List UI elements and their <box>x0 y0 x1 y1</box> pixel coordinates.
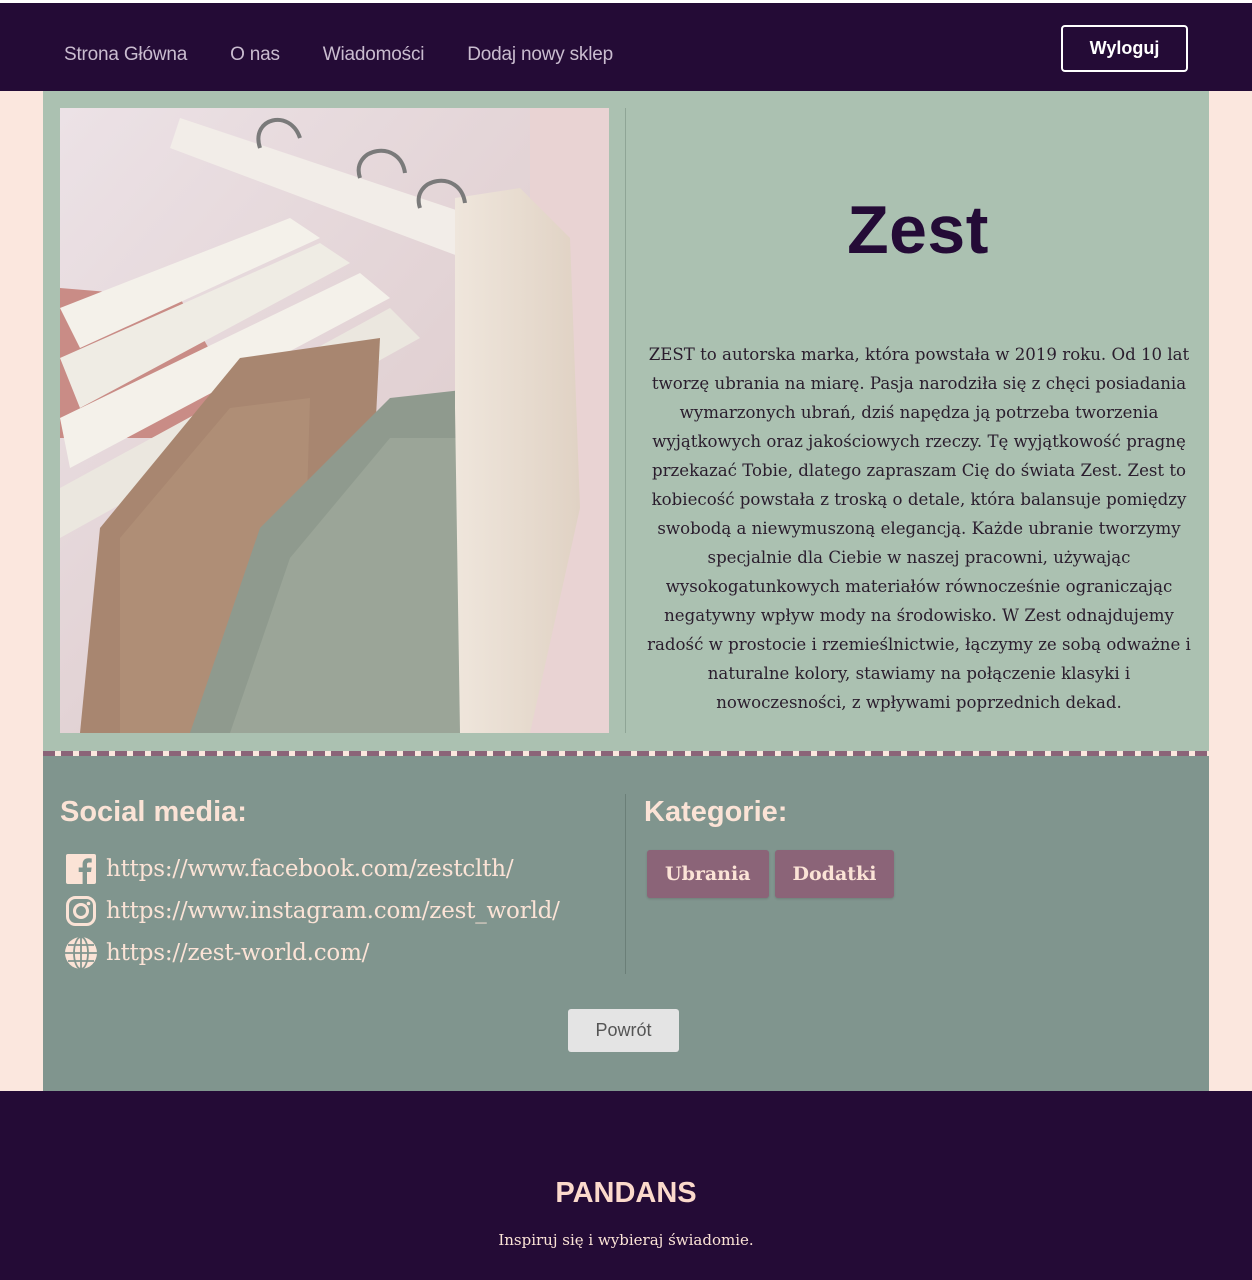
category-tag-ubrania[interactable]: Ubrania <box>647 850 769 898</box>
footer-brand: PANDANS <box>555 1177 697 1209</box>
footer: PANDANS Inspiruj się i wybieraj świadomi… <box>0 1091 1252 1280</box>
category-tag-dodatki[interactable]: Dodatki <box>774 850 895 898</box>
shop-links-panel: Social media: https://www.facebook.com/z… <box>43 756 1209 1091</box>
shop-details-panel: Zest ZEST to autorska marka, która powst… <box>43 91 1209 751</box>
facebook-link[interactable]: https://www.facebook.com/zestclth/ <box>106 856 514 882</box>
nav-link-add-shop[interactable]: Dodaj nowy sklep <box>467 43 613 67</box>
instagram-icon <box>63 893 99 929</box>
instagram-link[interactable]: https://www.instagram.com/zest_world/ <box>106 898 560 924</box>
category-list: Ubrania Dodatki <box>647 850 895 898</box>
facebook-icon <box>63 851 99 887</box>
social-media-list: https://www.facebook.com/zestclth/ https… <box>63 848 560 974</box>
main-nav: Strona Główna O nas Wiadomości Dodaj now… <box>64 43 656 67</box>
nav-link-about[interactable]: O nas <box>230 43 280 67</box>
shop-title: Zest <box>847 192 989 268</box>
social-media-heading: Social media: <box>60 796 247 828</box>
top-navbar: Strona Główna O nas Wiadomości Dodaj now… <box>0 0 1252 91</box>
nav-link-messages[interactable]: Wiadomości <box>323 43 425 67</box>
clothes-rack-photo-icon <box>60 108 609 733</box>
logout-button[interactable]: Wyloguj <box>1061 25 1188 72</box>
shop-description: ZEST to autorska marka, która powstała w… <box>647 345 1191 712</box>
social-link-website: https://zest-world.com/ <box>63 932 560 974</box>
footer-tagline: Inspiruj się i wybieraj świadomie. <box>498 1231 754 1249</box>
back-button[interactable]: Powrót <box>568 1009 679 1052</box>
social-link-facebook: https://www.facebook.com/zestclth/ <box>63 848 560 890</box>
shop-photo <box>60 108 609 733</box>
panel-divider <box>625 108 626 733</box>
globe-icon <box>63 935 99 971</box>
website-link[interactable]: https://zest-world.com/ <box>106 940 369 966</box>
nav-link-home[interactable]: Strona Główna <box>64 43 187 67</box>
social-link-instagram: https://www.instagram.com/zest_world/ <box>63 890 560 932</box>
categories-heading: Kategorie: <box>644 796 788 828</box>
bottom-panel-divider <box>625 794 626 974</box>
